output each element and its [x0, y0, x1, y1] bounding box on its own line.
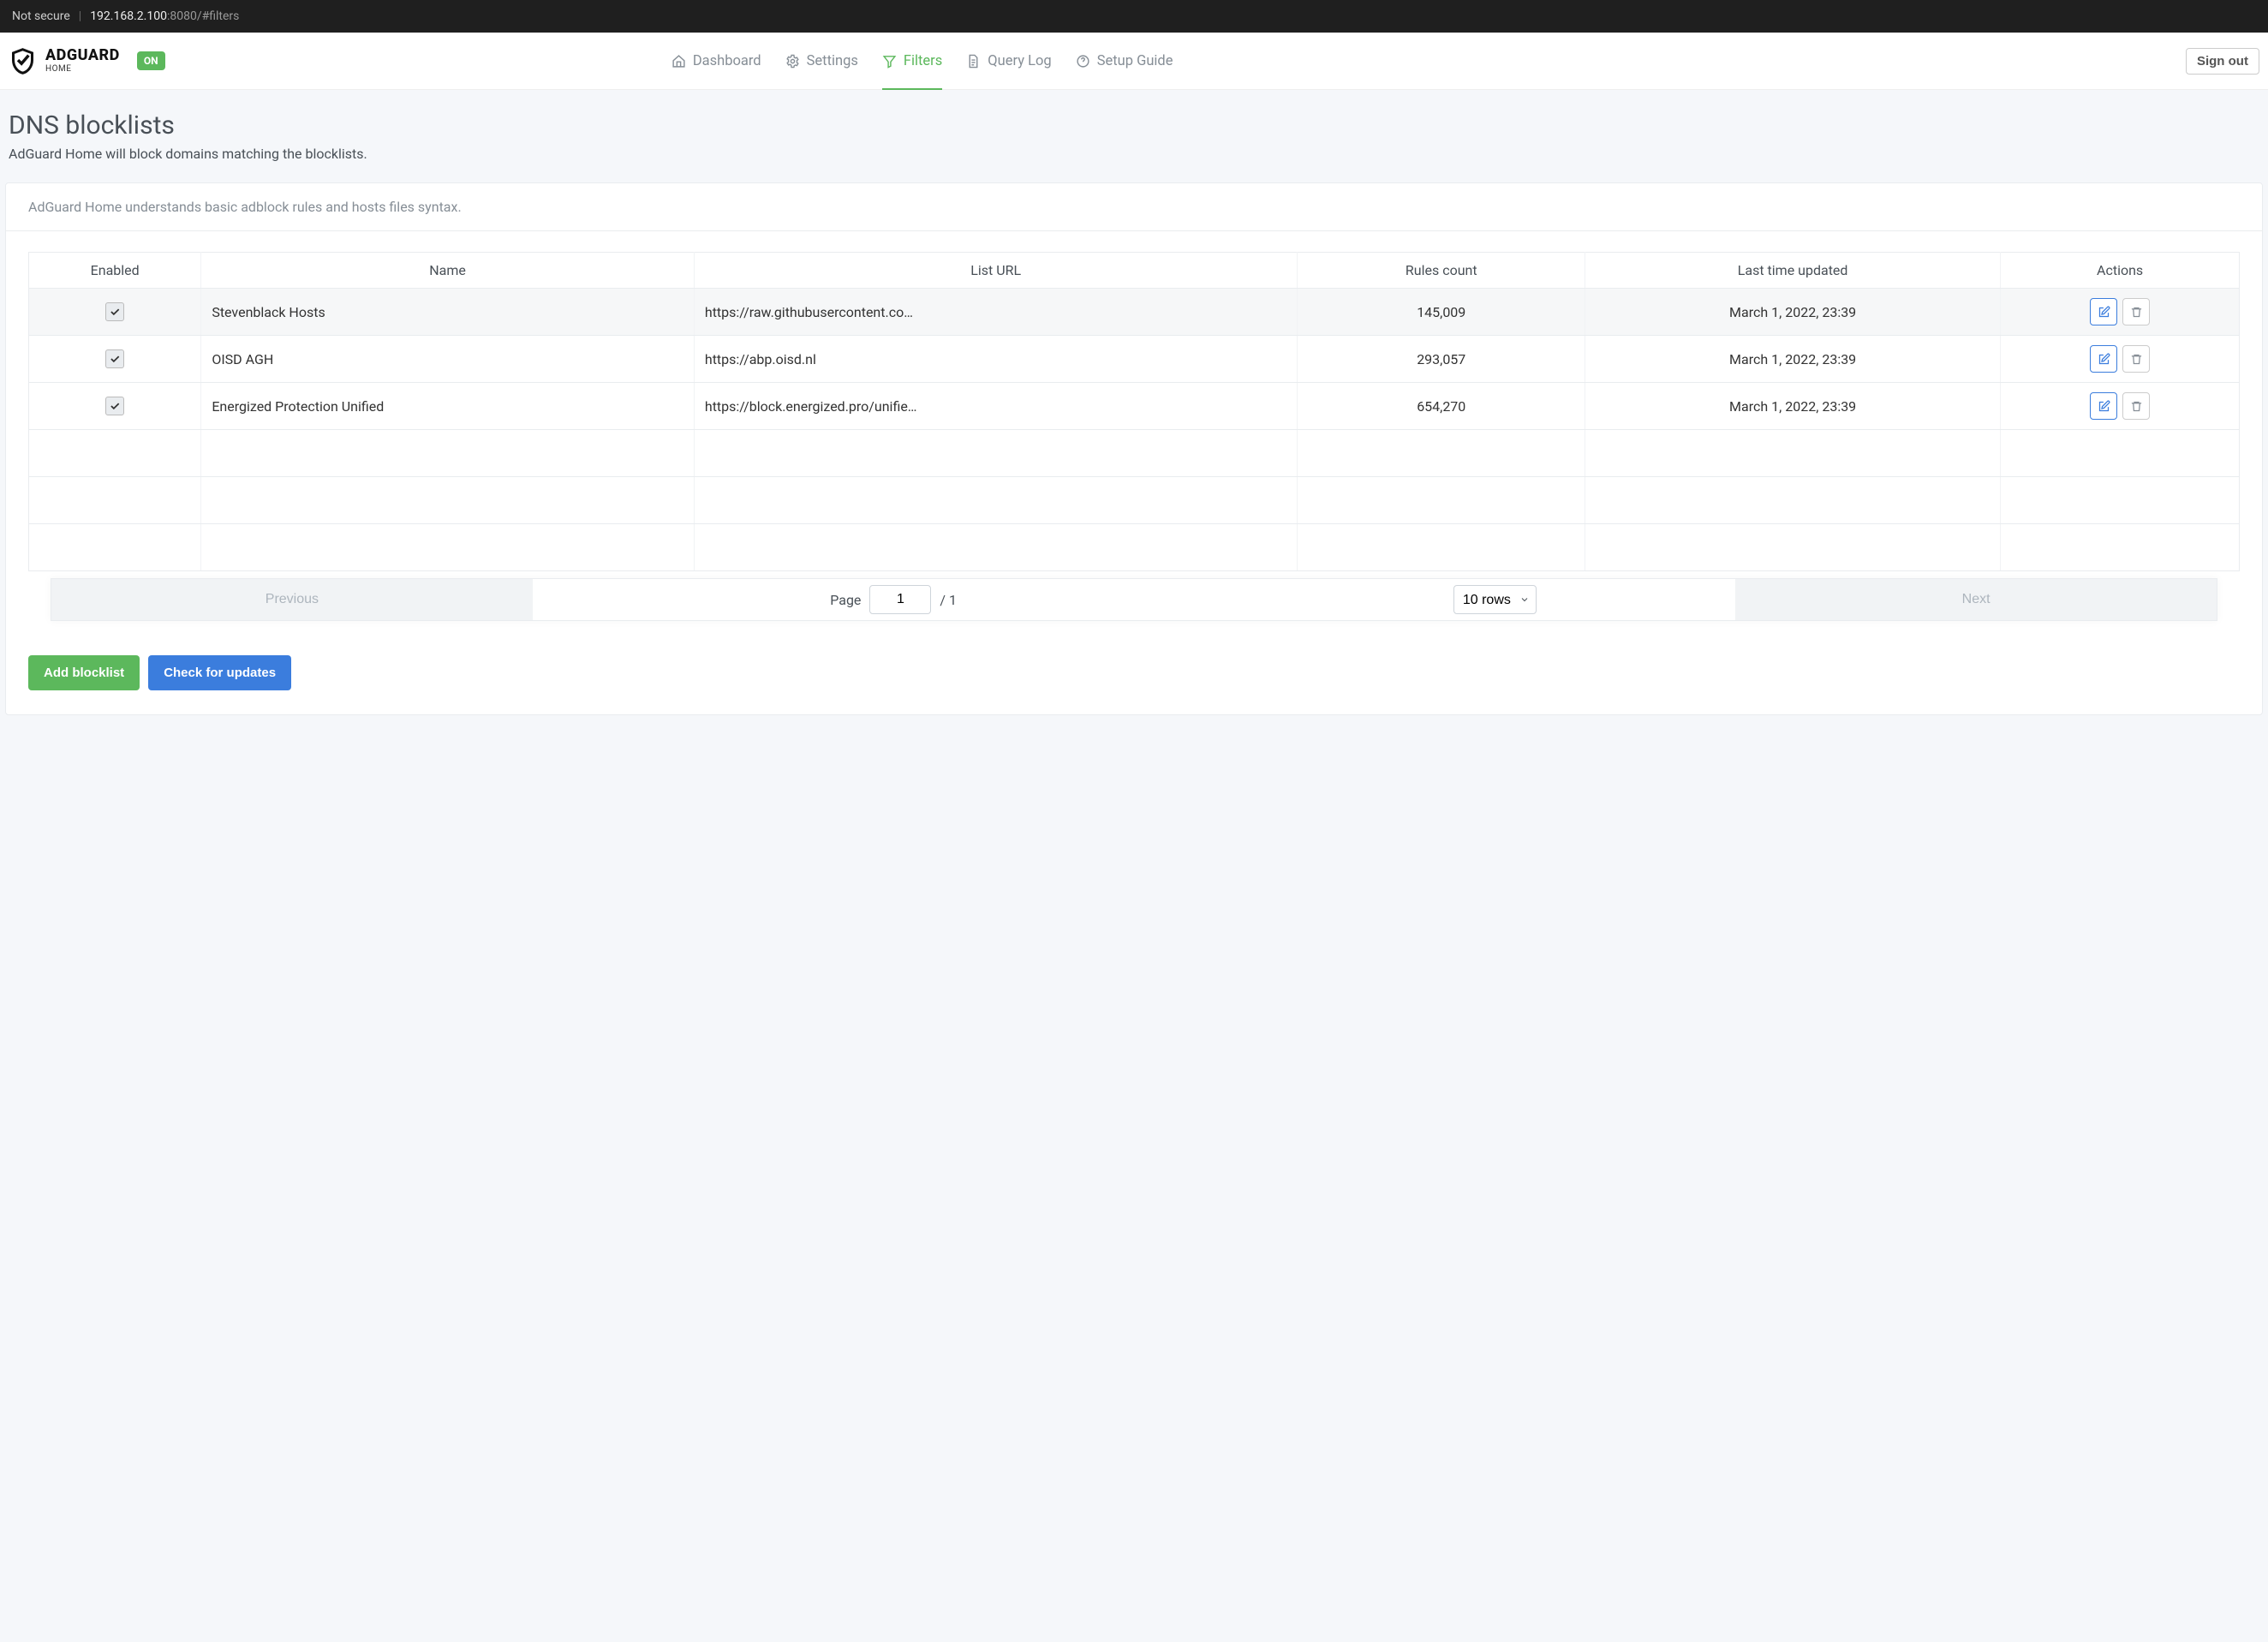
- card-note: AdGuard Home understands basic adblock r…: [6, 183, 2262, 231]
- blocklists-table: Enabled Name List URL Rules count Last t…: [28, 252, 2240, 571]
- rows-per-page: 10 rows: [1254, 585, 1735, 614]
- th-url: List URL: [694, 253, 1298, 289]
- page-input[interactable]: [869, 585, 931, 614]
- table-header-row: Enabled Name List URL Rules count Last t…: [29, 253, 2240, 289]
- table-body: Stevenblack Hosts https://raw.githubuserc…: [29, 289, 2240, 571]
- enabled-checkbox[interactable]: [105, 397, 124, 415]
- nav-filters[interactable]: Filters: [882, 33, 942, 90]
- main-nav: Dashboard Settings Filters Query Log Set…: [671, 33, 1173, 90]
- th-name: Name: [201, 253, 695, 289]
- rows-select[interactable]: 10 rows: [1453, 585, 1537, 614]
- help-icon: [1076, 54, 1090, 69]
- nav-label: Query Log: [988, 53, 1051, 69]
- cell-name: Energized Protection Unified: [212, 398, 683, 415]
- cell-name: OISD AGH: [212, 351, 683, 367]
- nav-querylog[interactable]: Query Log: [966, 33, 1051, 90]
- page-label: Page: [830, 592, 861, 608]
- page-indicator: Page / 1: [533, 585, 1255, 614]
- prev-button[interactable]: Previous: [51, 579, 533, 620]
- file-icon: [966, 54, 981, 69]
- pagination: Previous Page / 1 10 rows: [51, 578, 2217, 621]
- logo-title: ADGUARD: [45, 48, 120, 63]
- cell-rules: 654,270: [1298, 383, 1585, 430]
- cell-url: https://raw.githubusercontent.co…: [705, 304, 1287, 320]
- cell-url: https://abp.oisd.nl: [705, 351, 1287, 367]
- nav-dashboard[interactable]: Dashboard: [671, 33, 761, 90]
- blocklists-card: AdGuard Home understands basic adblock r…: [5, 182, 2263, 715]
- edit-button[interactable]: [2090, 345, 2117, 373]
- separator: |: [79, 9, 81, 23]
- table-row: [29, 430, 2240, 477]
- nav-label: Filters: [904, 53, 942, 69]
- status-badge[interactable]: ON: [137, 51, 165, 70]
- home-icon: [671, 54, 686, 69]
- shield-check-icon: [9, 47, 37, 75]
- page-body: DNS blocklists AdGuard Home will block d…: [0, 90, 2268, 715]
- delete-button[interactable]: [2122, 345, 2150, 373]
- delete-button[interactable]: [2122, 298, 2150, 325]
- funnel-icon: [882, 54, 897, 69]
- next-button[interactable]: Next: [1735, 579, 2217, 620]
- delete-button[interactable]: [2122, 392, 2150, 420]
- table-row: Energized Protection Unified https://bloc…: [29, 383, 2240, 430]
- cell-updated: March 1, 2022, 23:39: [1585, 336, 2001, 383]
- table-row: [29, 477, 2240, 524]
- enabled-checkbox[interactable]: [105, 302, 124, 321]
- gear-icon: [785, 54, 800, 69]
- cell-updated: March 1, 2022, 23:39: [1585, 289, 2001, 336]
- th-rules: Rules count: [1298, 253, 1585, 289]
- nav-label: Settings: [807, 53, 858, 69]
- cell-name: Stevenblack Hosts: [212, 304, 683, 320]
- th-enabled: Enabled: [29, 253, 201, 289]
- sign-out-button[interactable]: Sign out: [2186, 48, 2259, 75]
- url-path: :8080/#filters: [167, 9, 239, 23]
- logo-text: ADGUARD HOME: [45, 48, 120, 74]
- table-row: Stevenblack Hosts https://raw.githubuserc…: [29, 289, 2240, 336]
- page-header: DNS blocklists AdGuard Home will block d…: [5, 90, 2263, 182]
- page-title: DNS blocklists: [9, 110, 2263, 140]
- cell-rules: 293,057: [1298, 336, 1585, 383]
- cell-updated: March 1, 2022, 23:39: [1585, 383, 2001, 430]
- cell-url: https://block.energized.pro/unifie…: [705, 398, 1287, 415]
- logo-subtitle: HOME: [45, 65, 120, 74]
- table-row: [29, 524, 2240, 571]
- nav-settings[interactable]: Settings: [785, 33, 858, 90]
- th-updated: Last time updated: [1585, 253, 2001, 289]
- logo[interactable]: ADGUARD HOME ON: [9, 47, 165, 75]
- page-subtitle: AdGuard Home will block domains matching…: [9, 146, 2263, 162]
- edit-button[interactable]: [2090, 298, 2117, 325]
- th-actions: Actions: [2001, 253, 2240, 289]
- card-actions: Add blocklist Check for updates: [6, 636, 2262, 714]
- table-row: OISD AGH https://abp.oisd.nl 293,057March …: [29, 336, 2240, 383]
- enabled-checkbox[interactable]: [105, 349, 124, 368]
- table-container: Enabled Name List URL Rules count Last t…: [6, 231, 2262, 636]
- check-updates-button[interactable]: Check for updates: [148, 655, 291, 690]
- app-header: ADGUARD HOME ON Dashboard Settings Filte…: [0, 33, 2268, 90]
- security-status: Not secure: [12, 9, 70, 23]
- cell-rules: 145,009: [1298, 289, 1585, 336]
- page-total: / 1: [940, 592, 957, 608]
- edit-button[interactable]: [2090, 392, 2117, 420]
- browser-address-bar: Not secure | 192.168.2.100:8080/#filters: [0, 0, 2268, 33]
- nav-setupguide[interactable]: Setup Guide: [1076, 33, 1173, 90]
- nav-label: Dashboard: [693, 53, 761, 69]
- nav-label: Setup Guide: [1097, 53, 1173, 69]
- add-blocklist-button[interactable]: Add blocklist: [28, 655, 140, 690]
- url-host: 192.168.2.100: [90, 9, 167, 23]
